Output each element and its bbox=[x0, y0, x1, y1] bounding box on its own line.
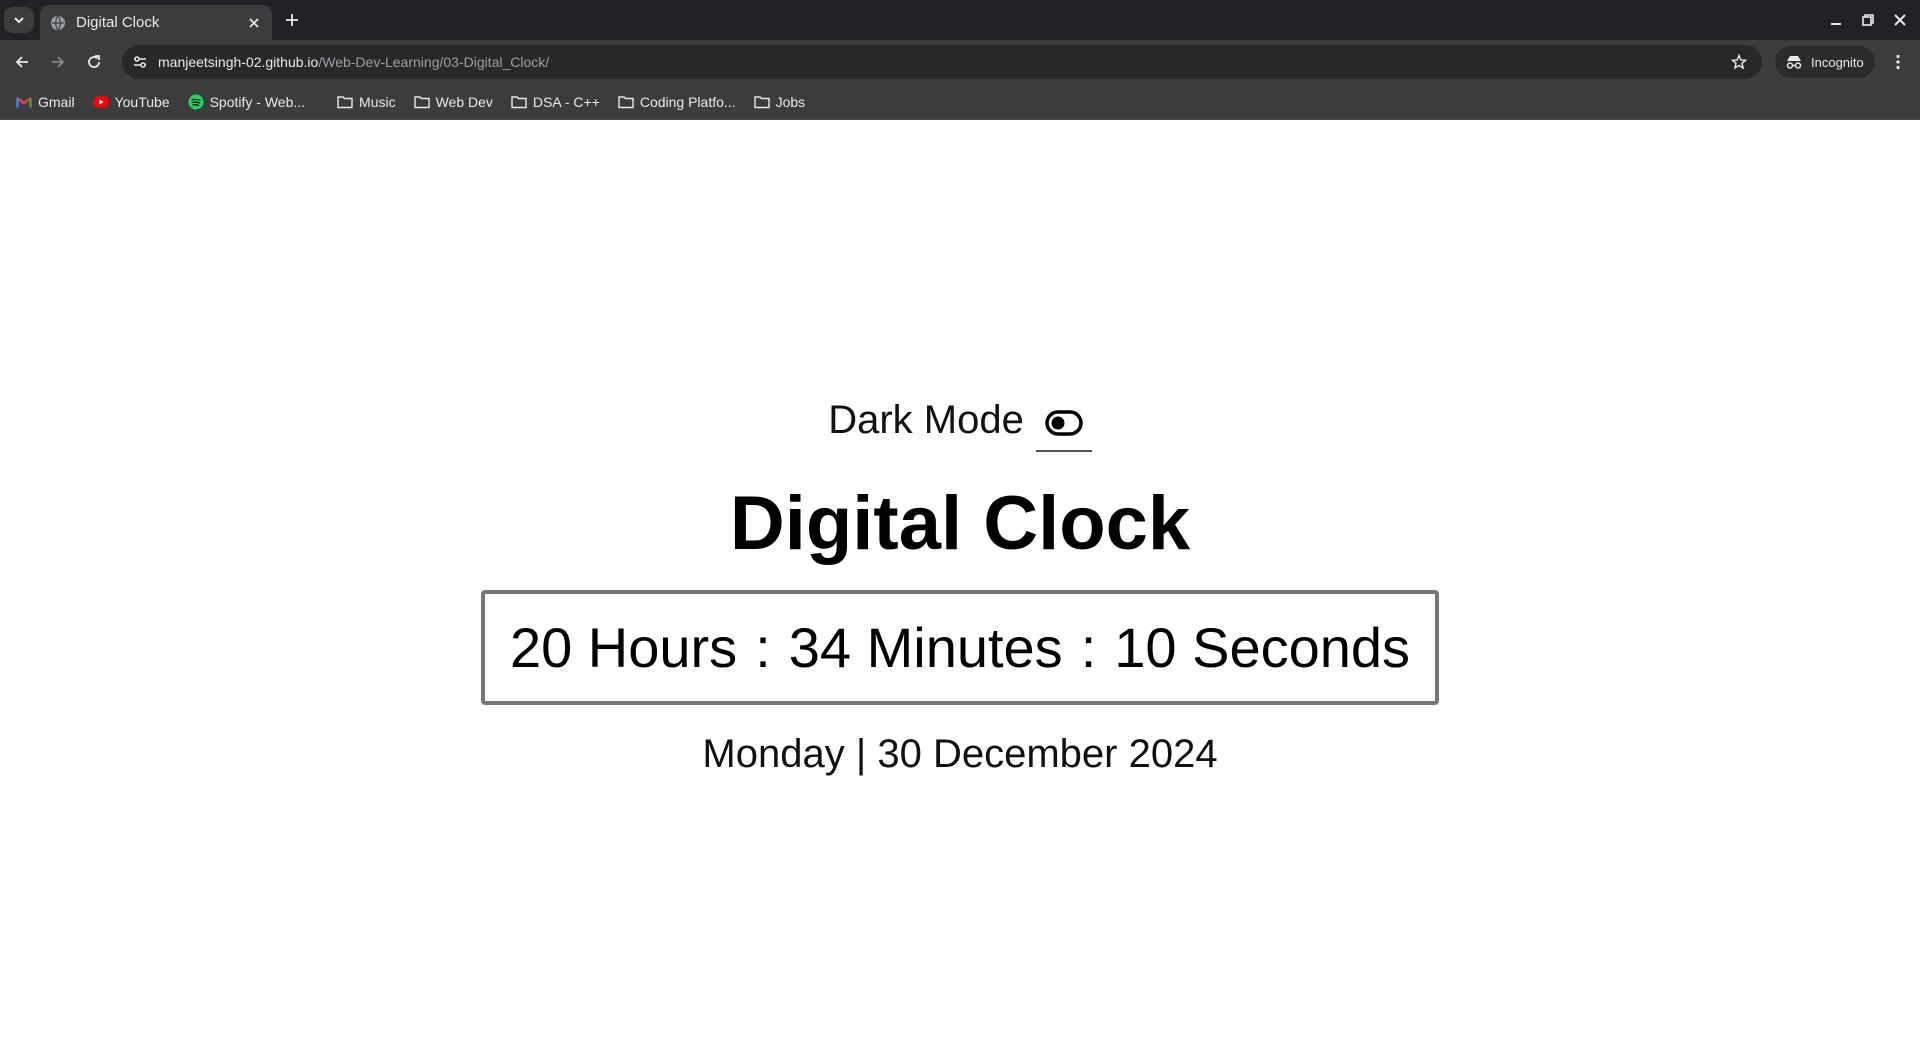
close-icon bbox=[1894, 14, 1906, 26]
globe-icon bbox=[51, 15, 65, 30]
bookmark-youtube[interactable]: YouTube bbox=[87, 88, 176, 116]
bookmark-gmail[interactable]: Gmail bbox=[10, 88, 81, 116]
incognito-icon bbox=[1786, 56, 1802, 69]
date-display: Monday | 30 December 2024 bbox=[702, 732, 1218, 776]
star-icon bbox=[1731, 54, 1747, 70]
tab-strip: Digital Clock bbox=[0, 0, 1920, 40]
spotify-icon bbox=[188, 94, 204, 110]
folder-icon bbox=[337, 94, 353, 110]
restore-button[interactable] bbox=[1856, 8, 1880, 32]
bookmark-label: Gmail bbox=[38, 93, 75, 110]
site-info-button[interactable] bbox=[126, 48, 154, 76]
bookmark-folder-dsa[interactable]: DSA - C++ bbox=[505, 88, 606, 116]
forward-button[interactable] bbox=[44, 48, 72, 76]
bookmarks-bar: Gmail YouTube Spotify - Web... Music Web… bbox=[0, 84, 1920, 120]
tab-title: Digital Clock bbox=[76, 14, 160, 31]
bookmark-star-button[interactable] bbox=[1726, 49, 1752, 75]
dark-mode-label: Dark Mode bbox=[828, 397, 1024, 442]
browser-menu-button[interactable] bbox=[1884, 48, 1912, 76]
plus-icon bbox=[286, 14, 298, 26]
folder-icon bbox=[618, 94, 634, 110]
clock-hours: 20 Hours bbox=[509, 616, 738, 679]
page-content: Dark Mode Digital Clock 20 Hours : 34 Mi… bbox=[0, 120, 1920, 1048]
bookmark-label: YouTube bbox=[114, 93, 170, 110]
dark-mode-toggle[interactable] bbox=[1035, 396, 1092, 452]
browser-tab[interactable]: Digital Clock bbox=[40, 5, 272, 40]
reload-icon bbox=[88, 55, 100, 68]
reload-button[interactable] bbox=[80, 48, 108, 76]
minimize-icon bbox=[1831, 23, 1841, 25]
bookmark-folder-jobs[interactable]: Jobs bbox=[748, 88, 812, 116]
gmail-icon bbox=[16, 94, 32, 110]
folder-icon bbox=[753, 94, 770, 110]
new-tab-button[interactable] bbox=[278, 7, 306, 33]
clock-separator: : bbox=[1080, 616, 1097, 679]
tab-close-button[interactable] bbox=[242, 11, 266, 35]
clock-seconds: 10 Seconds bbox=[1114, 616, 1411, 679]
clock-display: 20 Hours : 34 Minutes : 10 Seconds bbox=[481, 590, 1439, 705]
url-path: /Web-Dev-Learning/03-Digital_Clock/ bbox=[318, 54, 550, 70]
minimize-button[interactable] bbox=[1824, 8, 1848, 32]
tab-search-button[interactable] bbox=[4, 7, 34, 33]
tune-icon bbox=[134, 56, 146, 68]
clock-minutes: 34 Minutes bbox=[788, 616, 1063, 679]
browser-toolbar: manjeetsingh-02.github.io/Web-Dev-Learni… bbox=[0, 40, 1920, 84]
bookmark-spotify[interactable]: Spotify - Web... bbox=[182, 88, 311, 116]
chevron-down-icon bbox=[14, 17, 24, 24]
page-title: Digital Clock bbox=[729, 481, 1191, 566]
folder-icon bbox=[511, 94, 527, 110]
arrow-left-icon bbox=[15, 56, 28, 68]
back-button[interactable] bbox=[8, 48, 36, 76]
close-window-button[interactable] bbox=[1888, 8, 1912, 32]
url-text: manjeetsingh-02.github.io/Web-Dev-Learni… bbox=[158, 54, 549, 70]
incognito-label: Incognito bbox=[1811, 54, 1864, 70]
toggle-off-icon bbox=[1045, 410, 1083, 436]
bookmark-label: Spotify - Web... bbox=[209, 93, 306, 110]
more-vert-icon bbox=[1896, 54, 1900, 70]
youtube-icon bbox=[93, 94, 109, 110]
bookmark-folder-coding-platforms[interactable]: Coding Platfo... bbox=[612, 88, 742, 116]
folder-icon bbox=[413, 94, 430, 110]
bookmark-label: Web Dev bbox=[435, 93, 493, 110]
incognito-badge[interactable]: Incognito bbox=[1775, 46, 1875, 78]
close-icon bbox=[249, 17, 259, 28]
arrow-right-icon bbox=[52, 56, 65, 68]
bookmark-label: Coding Platfo... bbox=[639, 93, 736, 110]
bookmark-label: Jobs bbox=[775, 93, 806, 110]
restore-icon bbox=[1862, 14, 1874, 26]
clock-separator: : bbox=[755, 616, 771, 679]
bookmark-label: DSA - C++ bbox=[532, 93, 600, 110]
url-host: manjeetsingh-02.github.io bbox=[158, 54, 319, 70]
bookmark-folder-web-dev[interactable]: Web Dev bbox=[408, 88, 499, 116]
dark-mode-row: Dark Mode bbox=[0, 392, 1920, 452]
bookmark-folder-music[interactable]: Music bbox=[331, 88, 402, 116]
address-bar[interactable]: manjeetsingh-02.github.io/Web-Dev-Learni… bbox=[122, 45, 1762, 79]
bookmark-label: Music bbox=[359, 93, 396, 110]
